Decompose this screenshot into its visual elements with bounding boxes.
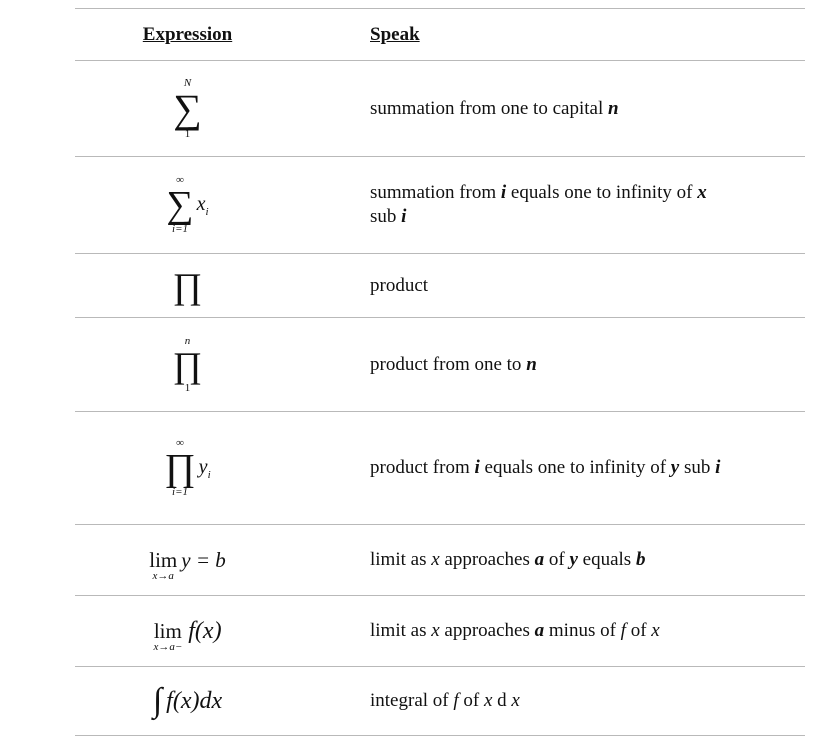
expression-cell: ∏	[75, 254, 300, 317]
expression-cell: N ∑ 1	[75, 61, 300, 156]
product-symbol: ∏	[173, 268, 203, 304]
table-row: ∏ product	[75, 254, 805, 317]
speak-cell: integral of f of x d x	[370, 667, 800, 735]
product-symbol: n ∏ 1	[172, 335, 203, 394]
table-row: lim x→a− f(x) limit as x approaches a mi…	[75, 596, 805, 666]
expression-cell: ∞ ∑ i=1 xi	[75, 157, 300, 253]
speak-text: product	[370, 274, 429, 296]
expression-cell: n ∏ 1	[75, 318, 300, 411]
limit-operator: lim x→a−	[153, 621, 182, 653]
sigma-icon: ∑	[173, 85, 202, 131]
table-row: ∫ f(x)dx integral of f of x d x	[75, 667, 805, 735]
limit-body: f(x)	[188, 617, 222, 644]
summand: xi	[196, 192, 209, 218]
speak-text: product from i equals one to infinity of…	[370, 457, 721, 478]
limit-body: y = b	[181, 547, 226, 572]
limit-operator: lim x→a	[149, 550, 177, 582]
limit-subscript: x→a−	[153, 641, 183, 653]
header-expression: Expression	[142, 23, 233, 45]
product-symbol: ∞ ∏ i=1	[164, 438, 195, 498]
speak-text: product from one to n	[370, 353, 537, 375]
product-icon: ∏	[172, 265, 203, 306]
speak-text: summation from one to capital n	[370, 97, 619, 119]
sigma-icon: ∑	[166, 184, 194, 226]
header-speak: Speak	[370, 23, 420, 45]
table-row: n ∏ 1 product from one to n	[75, 318, 805, 411]
product-expression: ∞ ∏ i=1 yi	[164, 438, 210, 498]
table-row: ∞ ∏ i=1 yi product from i equals one to …	[75, 412, 805, 524]
product-icon: ∏	[164, 447, 196, 489]
summation-expression: ∞ ∑ i=1 xi	[166, 175, 208, 235]
limit-expression: lim x→a− f(x)	[153, 609, 221, 653]
expression-cell: lim x→a y = b	[75, 525, 300, 595]
expression-cell: ∫ f(x)dx	[75, 667, 300, 735]
integral-icon: ∫	[152, 682, 163, 719]
speak-text: limit as x approaches a of y equals b	[370, 549, 646, 570]
expression-cell: ∞ ∏ i=1 yi	[75, 412, 300, 524]
speech-table: Expression Speak N ∑ 1 summation from on…	[75, 0, 805, 740]
speak-text: integral of f of x d x	[370, 690, 520, 711]
header-row: Expression Speak	[75, 9, 805, 60]
speak-cell: limit as x approaches a minus of f of x	[370, 596, 800, 666]
table-row: lim x→a y = b limit as x approaches a of…	[75, 525, 805, 595]
speak-cell: product from one to n	[370, 318, 800, 411]
bottom-rule	[75, 735, 805, 736]
factor: yi	[198, 455, 211, 481]
table-row: ∞ ∑ i=1 xi summation from i equals one t…	[75, 157, 805, 253]
header-expression-cell: Expression	[75, 9, 300, 60]
product-icon: ∏	[172, 344, 203, 385]
speak-cell: summation from one to capital n	[370, 61, 800, 156]
integrand: f(x)dx	[166, 687, 223, 714]
table-row: N ∑ 1 summation from one to capital n	[75, 61, 805, 156]
limit-subscript: x→a	[152, 570, 174, 582]
header-speak-cell: Speak	[370, 9, 800, 60]
expression-cell: lim x→a− f(x)	[75, 596, 300, 666]
lim-label: lim	[153, 619, 182, 643]
speak-cell: product	[370, 254, 800, 317]
speak-cell: limit as x approaches a of y equals b	[370, 525, 800, 595]
integral-expression: ∫ f(x)dx	[153, 682, 222, 720]
speak-cell: summation from i equals one to infinity …	[370, 157, 800, 253]
lim-label: lim	[149, 548, 178, 572]
summation-symbol: ∞ ∑ i=1	[166, 175, 193, 235]
limit-expression: lim x→a y = b	[149, 538, 226, 582]
summation-symbol: N ∑ 1	[173, 77, 202, 140]
speak-text: limit as x approaches a minus of f of x	[370, 620, 660, 641]
speak-text: summation from i equals one to infinity …	[370, 182, 707, 227]
speak-cell: product from i equals one to infinity of…	[370, 412, 800, 524]
